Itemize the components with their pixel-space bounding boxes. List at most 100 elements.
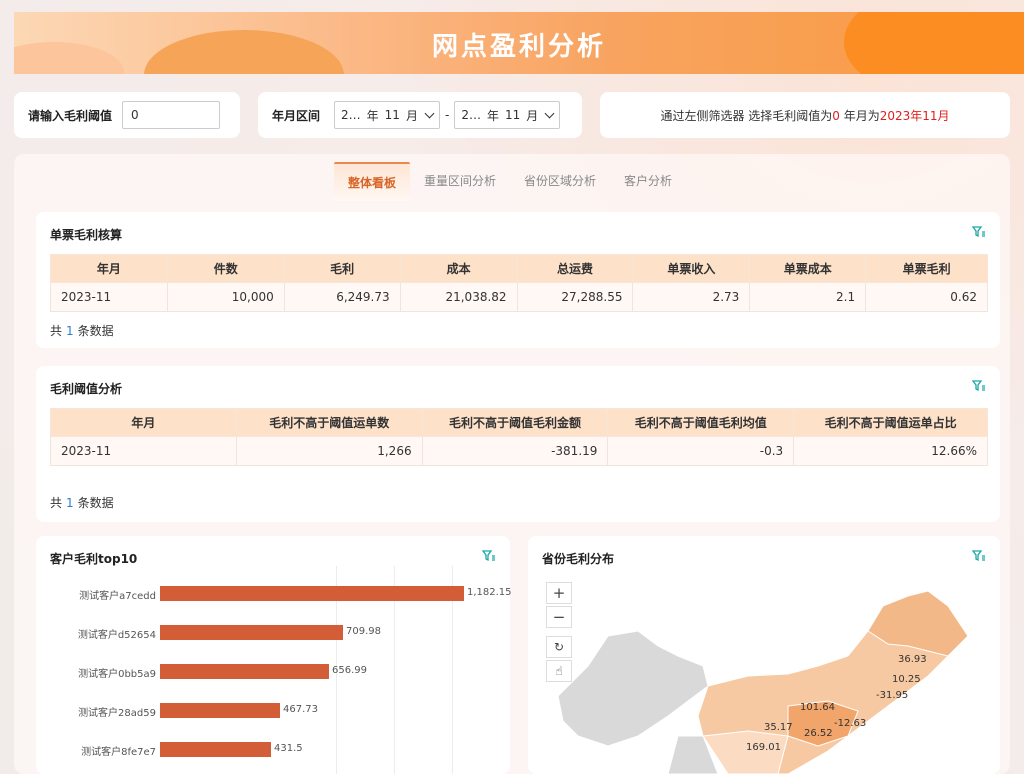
- bar[interactable]: [160, 742, 271, 757]
- date-start-month: 11: [384, 108, 400, 122]
- filter-icon[interactable]: [482, 550, 496, 562]
- single-ticket-table: 年月 件数 毛利 成本 总运费 单票收入 单票成本 单票毛利 2023-11 1…: [50, 254, 988, 312]
- bar-value-label: 467.73: [283, 704, 318, 715]
- table-cell: 12.66%: [793, 436, 988, 466]
- date-end-select[interactable]: 2… 年 11 月: [454, 101, 561, 129]
- table-cell: 27,288.55: [516, 282, 634, 312]
- table-cell: 6,249.73: [283, 282, 401, 312]
- table-cell: 21,038.82: [399, 282, 518, 312]
- map-label: 101.64: [800, 702, 835, 713]
- summary-prefix: 通过左侧筛选器 选择毛利阈值为: [660, 108, 833, 123]
- tab-customer[interactable]: 客户分析: [610, 162, 686, 201]
- count-prefix: 共: [50, 324, 63, 338]
- column-header: 年月: [50, 408, 237, 437]
- bar-value-label: 431.5: [274, 743, 303, 754]
- filter-summary-card: 通过左侧筛选器 选择毛利阈值为0 年月为2023年11月: [600, 92, 1010, 138]
- count-value: 1: [66, 496, 74, 510]
- page-title: 网点盈利分析: [431, 32, 606, 62]
- table-cell: 0.62: [865, 282, 988, 312]
- date-start-year: 2…: [341, 108, 361, 122]
- bar-value-label: 709.98: [346, 626, 381, 637]
- bar-category-label: 测试客户0bb5a9: [78, 669, 156, 680]
- bar-category-label: 测试客户a7cedd: [79, 591, 156, 602]
- bar-category-label: 测试客户28ad59: [78, 708, 156, 719]
- bar[interactable]: [160, 586, 464, 601]
- table-cell: 2023-11: [50, 436, 237, 466]
- table-cell: -0.3: [607, 436, 795, 466]
- panel-title: 客户毛利top10: [50, 552, 138, 566]
- column-header: 毛利不高于阈值毛利均值: [607, 408, 795, 437]
- chevron-down-icon: [544, 108, 555, 118]
- count-prefix: 共: [50, 496, 63, 510]
- panel-title: 毛利阈值分析: [50, 382, 123, 396]
- date-separator: -: [444, 108, 450, 122]
- date-end-month: 11: [504, 108, 521, 122]
- pointer-hand-icon[interactable]: ☝: [546, 660, 572, 682]
- dashboard-main: 整体看板 重量区间分析 省份区域分析 客户分析 单票毛利核算 年月 件数 毛利 …: [14, 154, 1010, 774]
- zoom-in-button[interactable]: +: [546, 582, 572, 604]
- column-header: 单票收入: [632, 254, 751, 283]
- date-start-month-suffix: 月: [405, 108, 418, 123]
- column-header: 毛利: [283, 254, 401, 283]
- column-header: 毛利不高于阈值毛利金额: [421, 408, 609, 437]
- chevron-down-icon: [424, 108, 435, 118]
- filter-icon[interactable]: [972, 226, 986, 238]
- table-row[interactable]: 2023-11 1,266 -381.19 -0.3 12.66%: [50, 436, 988, 466]
- tab-bar: 整体看板 重量区间分析 省份区域分析 客户分析: [334, 162, 686, 201]
- summary-mid: 年月为: [839, 108, 880, 123]
- table-cell: 10,000: [166, 282, 285, 312]
- table-cell: -381.19: [421, 436, 609, 466]
- date-end-year: 2…: [461, 108, 481, 122]
- table-header-row: 年月 件数 毛利 成本 总运费 单票收入 单票成本 单票毛利: [50, 254, 988, 283]
- map-label: -31.95: [876, 690, 908, 701]
- count-suffix: 条数据: [77, 496, 114, 510]
- bar[interactable]: [160, 625, 343, 640]
- bar[interactable]: [160, 703, 280, 718]
- date-range-label: 年月区间: [272, 108, 321, 123]
- province-map-panel: 省份毛利分布 36.93 10.25 -31.95 101.64 -12.63 …: [528, 536, 1000, 774]
- bar-category-label: 测试客户8fe7e7: [81, 747, 156, 758]
- date-range-filter-card: 年月区间 2… 年 11 月 - 2… 年 11 月: [258, 92, 582, 138]
- panel-title: 单票毛利核算: [50, 228, 123, 242]
- table-cell: 2023-11: [50, 282, 168, 312]
- zoom-out-button[interactable]: −: [546, 606, 572, 628]
- row-count: 共 1 条数据: [50, 494, 114, 511]
- map-label: 26.52: [804, 728, 833, 739]
- filter-icon[interactable]: [972, 380, 986, 392]
- customer-top10-panel: 客户毛利top10 测试客户a7cedd 1,182.15 测试客户d52654 70…: [36, 536, 512, 774]
- column-header: 总运费: [516, 254, 634, 283]
- bar-value-label: 656.99: [332, 665, 367, 676]
- summary-threshold: 0: [832, 108, 840, 123]
- count-suffix: 条数据: [77, 324, 114, 338]
- date-end-year-suffix: 年: [486, 108, 499, 123]
- threshold-input[interactable]: 0: [122, 101, 221, 129]
- summary-month: 2023年11月: [879, 108, 950, 123]
- map-label: 36.93: [898, 654, 927, 665]
- tab-overview[interactable]: 整体看板: [334, 162, 411, 201]
- tab-province[interactable]: 省份区域分析: [510, 162, 610, 201]
- count-value: 1: [66, 324, 74, 338]
- threshold-table: 年月 毛利不高于阈值运单数 毛利不高于阈值毛利金额 毛利不高于阈值毛利均值 毛利…: [50, 408, 988, 466]
- threshold-filter-card: 请输入毛利阈值 0: [14, 92, 240, 138]
- filter-summary: 通过左侧筛选器 选择毛利阈值为0 年月为2023年11月: [614, 107, 996, 124]
- map-label: 169.01: [746, 742, 781, 753]
- table-cell: 2.73: [632, 282, 751, 312]
- single-ticket-panel: 单票毛利核算 年月 件数 毛利 成本 总运费 单票收入 单票成本 单票毛利 20…: [36, 212, 1000, 348]
- header-banner: 网点盈利分析: [14, 12, 1024, 74]
- province-map[interactable]: 36.93 10.25 -31.95 101.64 -12.63 35.17 2…: [528, 536, 1000, 774]
- map-label: -12.63: [834, 718, 866, 729]
- reset-icon[interactable]: ↻: [546, 636, 572, 658]
- date-start-select[interactable]: 2… 年 11 月: [334, 101, 440, 129]
- row-count: 共 1 条数据: [50, 322, 114, 339]
- bar-category-label: 测试客户d52654: [77, 630, 156, 641]
- threshold-analysis-panel: 毛利阈值分析 年月 毛利不高于阈值运单数 毛利不高于阈值毛利金额 毛利不高于阈值…: [36, 366, 1000, 522]
- column-header: 单票成本: [749, 254, 867, 283]
- date-end-month-suffix: 月: [526, 108, 539, 123]
- tab-weight-range[interactable]: 重量区间分析: [410, 162, 510, 201]
- map-label: 10.25: [892, 674, 921, 685]
- column-header: 年月: [50, 254, 168, 283]
- bar[interactable]: [160, 664, 329, 679]
- map-label: 35.17: [764, 722, 793, 733]
- table-row[interactable]: 2023-11 10,000 6,249.73 21,038.82 27,288…: [50, 282, 988, 312]
- column-header: 单票毛利: [865, 254, 988, 283]
